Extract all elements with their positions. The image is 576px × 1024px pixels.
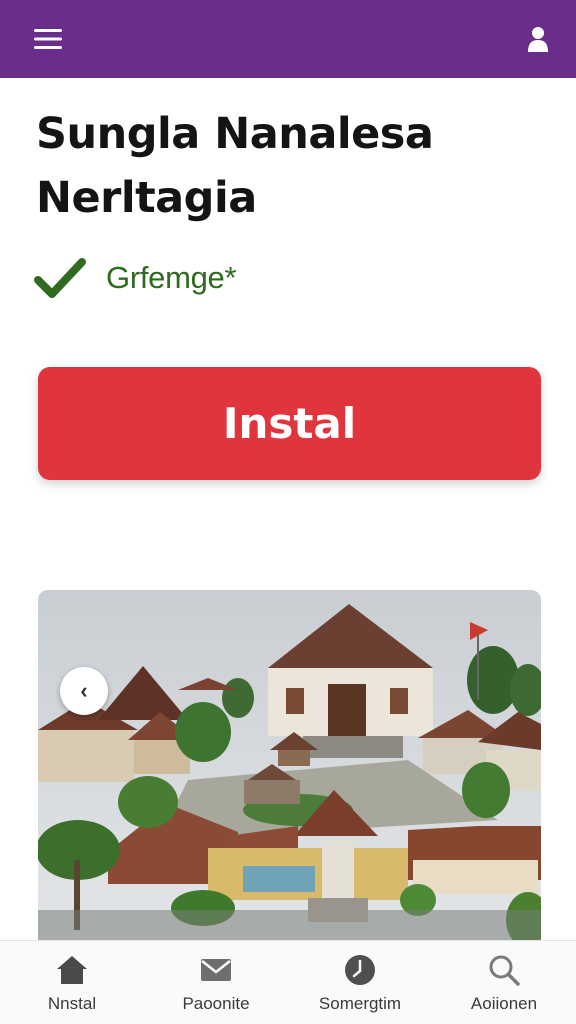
nav-label-clock: Somergtim <box>318 993 402 1013</box>
status-label: Grfemge* <box>106 260 237 295</box>
screenshot-gallery[interactable]: ‹ <box>38 590 541 942</box>
home-icon <box>54 952 90 988</box>
nav-item-search[interactable]: Aoiionen <box>434 941 574 1024</box>
chevron-left-icon[interactable]: ‹ <box>60 667 108 715</box>
nav-item-mail[interactable]: Paoonite <box>146 941 286 1024</box>
nav-item-clock[interactable]: Somergtim <box>290 941 430 1024</box>
nav-label-mail: Paoonite <box>182 993 250 1013</box>
mail-icon <box>198 952 234 988</box>
hamburger-menu-icon[interactable] <box>32 23 64 55</box>
nav-item-home[interactable]: Nnstal <box>2 941 142 1024</box>
clock-icon <box>342 952 378 988</box>
user-profile-icon[interactable] <box>522 23 554 55</box>
bottom-navigation: Nnstal Paoonite Somergtim Aoiionen <box>0 940 576 1024</box>
app-title: Sungla Nanalesa Nerltagia <box>36 102 546 230</box>
checkmark-icon <box>34 258 86 298</box>
nav-label-search: Aoiionen <box>470 993 538 1013</box>
app-title-line-2: Nerltagia <box>36 173 257 223</box>
nav-label-home: Nnstal <box>47 993 97 1013</box>
search-icon <box>486 952 522 988</box>
top-app-bar <box>0 0 576 78</box>
install-button[interactable]: Instal <box>38 367 541 480</box>
status-row: Grfemge* <box>34 252 237 304</box>
village-photo <box>38 590 541 942</box>
app-title-line-1: Sungla Nanalesa <box>36 109 434 159</box>
